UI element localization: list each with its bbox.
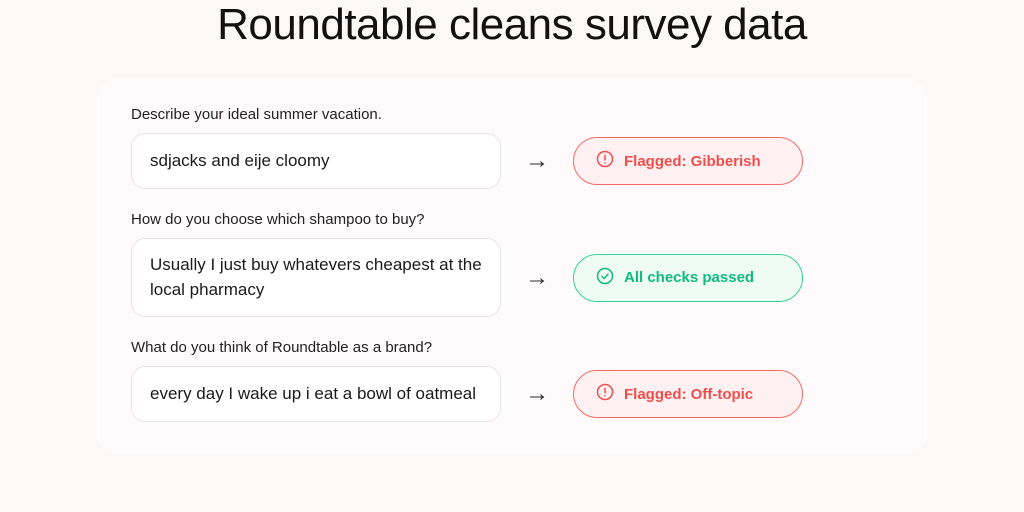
alert-circle-icon (596, 383, 614, 405)
answer-box: every day I wake up i eat a bowl of oatm… (131, 366, 501, 422)
status-label: Flagged: Gibberish (624, 153, 761, 170)
example-line: sdjacks and eije cloomy → Flagged: Gibbe… (131, 133, 893, 189)
example-row: Describe your ideal summer vacation. sdj… (131, 106, 893, 189)
page-title: Roundtable cleans survey data (0, 0, 1024, 50)
check-circle-icon (596, 267, 614, 289)
answer-box: Usually I just buy whatevers cheapest at… (131, 238, 501, 317)
example-row: How do you choose which shampoo to buy? … (131, 211, 893, 317)
example-line: every day I wake up i eat a bowl of oatm… (131, 366, 893, 422)
status-badge: Flagged: Off-topic (573, 370, 803, 418)
answer-box: sdjacks and eije cloomy (131, 133, 501, 189)
question-text: How do you choose which shampoo to buy? (131, 211, 893, 228)
question-text: What do you think of Roundtable as a bra… (131, 339, 893, 356)
alert-circle-icon (596, 150, 614, 172)
status-label: Flagged: Off-topic (624, 386, 753, 403)
status-label: All checks passed (624, 269, 754, 286)
example-row: What do you think of Roundtable as a bra… (131, 339, 893, 422)
arrow-right-icon: → (525, 380, 549, 408)
arrow-right-icon: → (525, 264, 549, 292)
arrow-right-icon: → (525, 147, 549, 175)
question-text: Describe your ideal summer vacation. (131, 106, 893, 123)
example-line: Usually I just buy whatevers cheapest at… (131, 238, 893, 317)
status-badge: All checks passed (573, 254, 803, 302)
examples-card: Describe your ideal summer vacation. sdj… (97, 78, 927, 454)
status-badge: Flagged: Gibberish (573, 137, 803, 185)
